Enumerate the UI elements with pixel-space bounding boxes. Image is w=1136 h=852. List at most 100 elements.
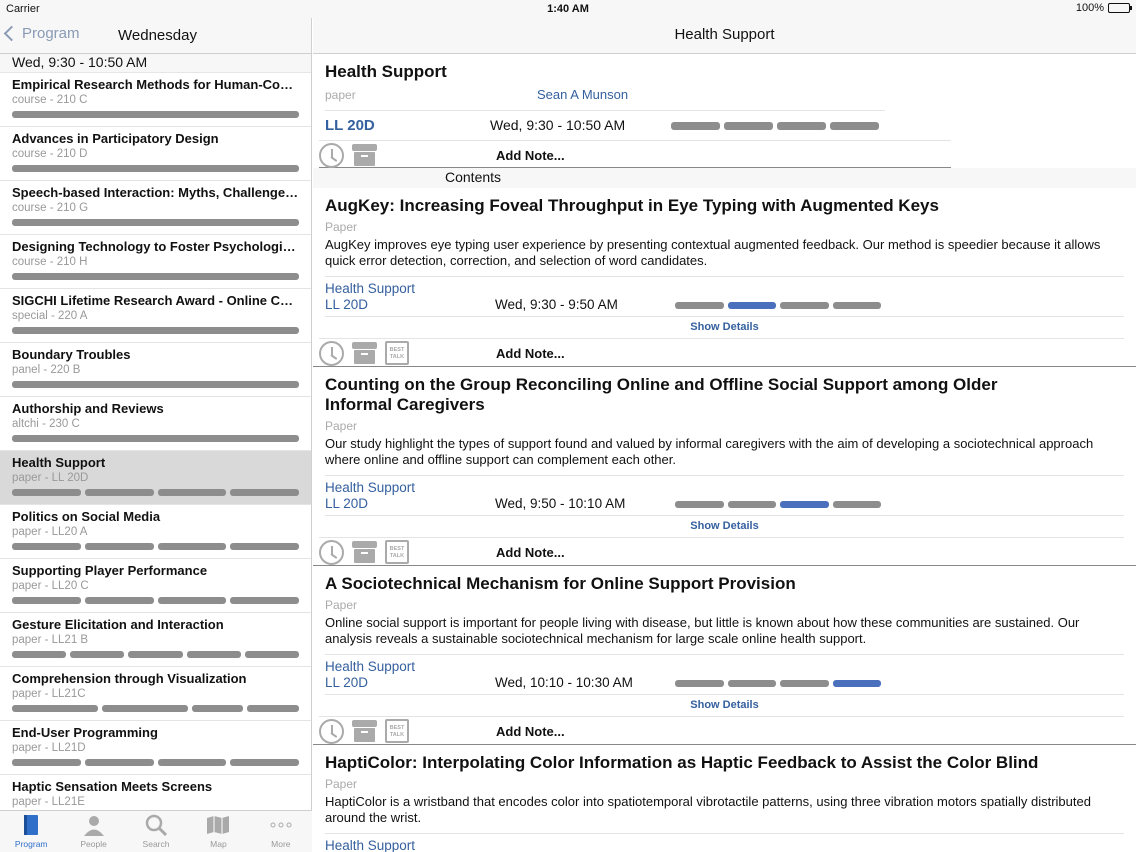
session-row[interactable]: Gesture Elicitation and Interaction paper… (0, 613, 311, 667)
timeline-slot (128, 651, 183, 658)
timeline-slot (727, 302, 776, 309)
more-icon (269, 813, 293, 837)
session-row-subtitle: paper - LL21C (12, 688, 86, 700)
session-row-title: Advances in Participatory Design (12, 131, 219, 146)
session-row[interactable]: Politics on Social Media paper - LL20 A (0, 505, 311, 559)
timeline-slot (832, 302, 881, 309)
paper-abstract: AugKey improves eye typing user experien… (325, 237, 1101, 268)
paper-info-row: LL 20D Wed, 9:50 - 10:10 AM (325, 495, 1124, 513)
paper-type: Paper (325, 220, 358, 234)
timeline-slot (157, 543, 227, 550)
session-row-subtitle: course - 210 H (12, 256, 88, 268)
add-note-button[interactable]: Add Note... (496, 724, 565, 739)
tab-map[interactable]: Map (187, 811, 249, 852)
session-list: Empirical Research Methods for Human-Com… (0, 73, 311, 829)
clock-icon[interactable] (319, 143, 344, 168)
paper-room-link[interactable]: LL 20D (325, 297, 368, 312)
session-actions: Add Note... (319, 140, 951, 168)
timeline-slot (186, 651, 241, 658)
timeline-slot (12, 165, 299, 172)
session-row[interactable]: Speech-based Interaction: Myths, Challen… (0, 181, 311, 235)
best-talk-icon[interactable]: BEST TALK (385, 719, 409, 743)
timeline-slot (675, 302, 724, 309)
session-row[interactable]: Designing Technology to Foster Psycholog… (0, 235, 311, 289)
timeline-slot (780, 501, 829, 508)
paper-action-icons: BEST TALK (319, 719, 409, 744)
add-note-button[interactable]: Add Note... (496, 346, 565, 361)
paper-time: Wed, 9:50 - 10:10 AM (495, 496, 626, 511)
archive-icon[interactable] (352, 719, 377, 743)
paper-session-link[interactable]: Health Support (325, 654, 1124, 674)
session-row[interactable]: SIGCHI Lifetime Research Award - Online … (0, 289, 311, 343)
session-row[interactable]: Boundary Troubles panel - 220 B (0, 343, 311, 397)
session-row-subtitle: paper - LL21 B (12, 634, 89, 646)
timeline-slot (247, 705, 299, 712)
session-row-timeline (12, 381, 299, 388)
session-row-timeline (12, 651, 300, 658)
paper-room-link[interactable]: LL 20D (325, 675, 368, 690)
add-note-button[interactable]: Add Note... (496, 148, 565, 163)
timeline-slot (230, 759, 299, 766)
paper-title[interactable]: Counting on the Group Reconciling Online… (325, 375, 1124, 415)
archive-icon[interactable] (352, 341, 377, 365)
session-row[interactable]: Authorship and Reviews altchi - 230 C (0, 397, 311, 451)
tab-people[interactable]: People (62, 811, 124, 852)
timeline-slot (230, 543, 299, 550)
clock-icon[interactable] (319, 341, 344, 366)
show-details-button[interactable]: Show Details (325, 694, 1124, 716)
paper-actions: BEST TALK Add Note... (319, 338, 1124, 366)
add-note-button[interactable]: Add Note... (496, 545, 565, 560)
session-row[interactable]: End-User Programming paper - LL21D (0, 721, 311, 775)
show-details-button[interactable]: Show Details (325, 515, 1124, 537)
paper-card: Counting on the Group Reconciling Online… (313, 367, 1136, 566)
session-row[interactable]: Advances in Participatory Design course -… (0, 127, 311, 181)
archive-icon[interactable] (352, 143, 377, 167)
session-timeline (671, 122, 879, 130)
show-details-button[interactable]: Show Details (325, 316, 1124, 338)
paper-session-link[interactable]: Health Support (325, 475, 1124, 495)
paper-actions: BEST TALK Add Note... (319, 537, 1124, 565)
session-room-link[interactable]: LL 20D (325, 117, 375, 134)
clock-icon[interactable] (319, 540, 344, 565)
clock-icon[interactable] (319, 719, 344, 744)
paper-session-link[interactable]: Health Support (325, 276, 1124, 296)
timeline-slot (157, 597, 227, 604)
tab-program[interactable]: Program (0, 811, 62, 852)
paper-room-link[interactable]: LL 20D (325, 496, 368, 511)
session-row-title: Gesture Elicitation and Interaction (12, 617, 224, 632)
paper-card: HaptiColor: Interpolating Color Informat… (313, 745, 1136, 852)
session-row-timeline (12, 219, 299, 226)
person-icon (82, 813, 106, 837)
session-row[interactable]: Empirical Research Methods for Human-Com… (0, 73, 311, 127)
session-row[interactable]: Supporting Player Performance paper - LL2… (0, 559, 311, 613)
timeline-slot (832, 680, 881, 687)
session-row[interactable]: Health Support paper - LL 20D (0, 451, 311, 505)
tab-search[interactable]: Search (125, 811, 187, 852)
timeline-slot (84, 597, 154, 604)
timeline-slot (675, 501, 724, 508)
best-talk-icon[interactable]: BEST TALK (385, 341, 409, 365)
search-icon (144, 813, 168, 837)
paper-card: A Sociotechnical Mechanism for Online Su… (313, 566, 1136, 745)
best-talk-icon[interactable]: BEST TALK (385, 540, 409, 564)
paper-info-row: LL 20D Wed, 10:10 - 10:30 AM (325, 674, 1124, 692)
session-row-timeline (12, 759, 299, 766)
session-chair-link[interactable]: Sean A Munson (537, 87, 628, 102)
paper-title[interactable]: AugKey: Increasing Foveal Throughput in … (325, 196, 1124, 216)
session-row-title: Health Support (12, 455, 106, 470)
back-label: Program (22, 25, 80, 42)
timeline-slot (12, 651, 67, 658)
paper-title[interactable]: A Sociotechnical Mechanism for Online Su… (325, 574, 1124, 594)
session-row-title: SIGCHI Lifetime Research Award - Online … (12, 293, 300, 308)
paper-title[interactable]: HaptiColor: Interpolating Color Informat… (325, 753, 1124, 773)
back-button[interactable]: Program (3, 25, 80, 42)
session-row-timeline (12, 543, 299, 550)
session-row-title: Comprehension through Visualization (12, 671, 247, 686)
archive-icon[interactable] (352, 540, 377, 564)
session-row[interactable]: Comprehension through Visualization paper… (0, 667, 311, 721)
timeline-slot (727, 501, 776, 508)
tab-more[interactable]: More (250, 811, 312, 852)
timeline-slot (12, 219, 299, 226)
paper-session-link[interactable]: Health Support (325, 833, 1124, 852)
paper-type: Paper (325, 777, 358, 791)
